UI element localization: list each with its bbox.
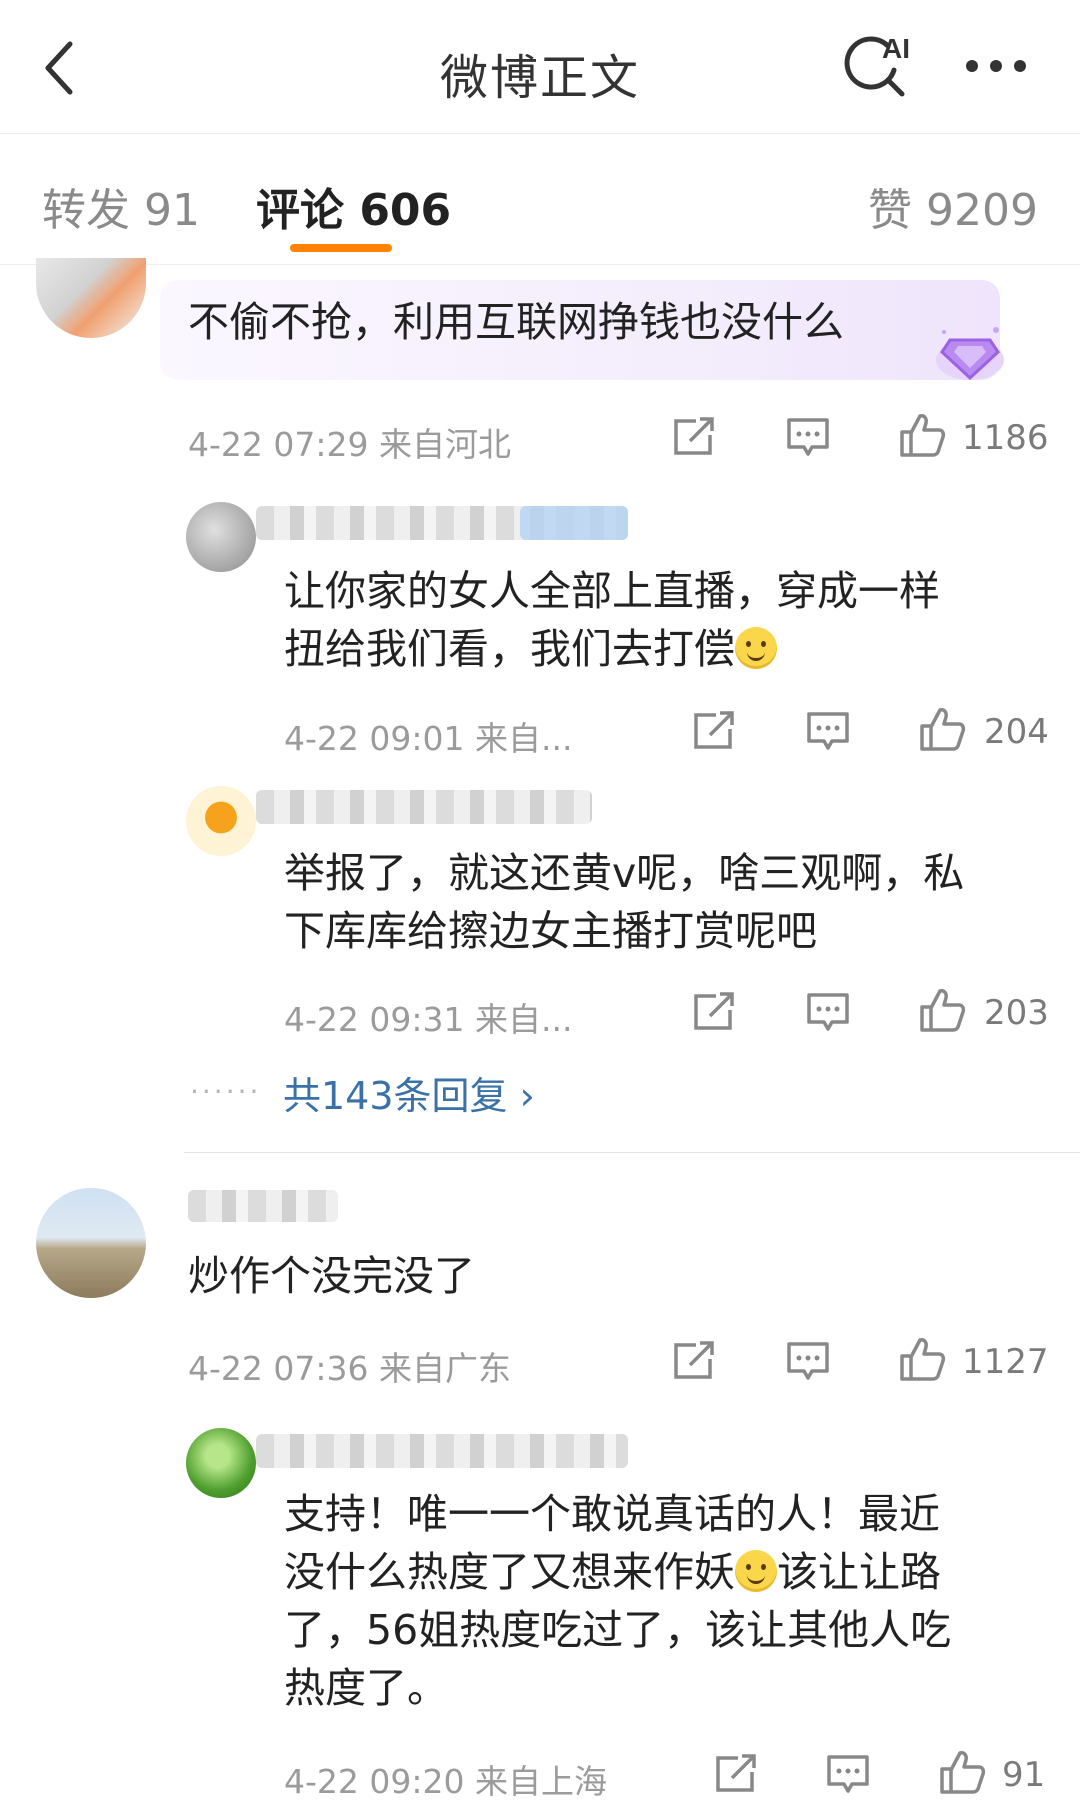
- active-tab-indicator: [290, 244, 392, 252]
- like-icon[interactable]: [918, 706, 966, 752]
- reply-text: 支持！唯一一个敢说真话的人！最近 没什么热度了又想来作妖 该让让路 了，56姐热度…: [284, 1490, 952, 1712]
- like-count: 91: [1002, 1755, 1046, 1795]
- comment-text: 不偷不抢，利用互联网挣钱也没什么: [188, 298, 844, 346]
- ai-badge: AI: [882, 33, 910, 64]
- avatar[interactable]: [186, 502, 256, 572]
- tab-like[interactable]: 赞 9209: [868, 174, 1038, 238]
- more-replies-link[interactable]: 共143条回复 ›: [283, 1065, 535, 1120]
- comment-meta: 4-22 07:36 来自广东: [188, 1349, 511, 1388]
- share-icon[interactable]: [672, 1341, 716, 1381]
- avatar[interactable]: [186, 786, 256, 856]
- smile-emoji-icon: [735, 1550, 777, 1592]
- like-icon[interactable]: [918, 987, 966, 1033]
- tab-comment[interactable]: 评论 606: [256, 174, 451, 238]
- comment-username[interactable]: [188, 1190, 338, 1222]
- like-icon[interactable]: [898, 1336, 946, 1382]
- share-icon[interactable]: [692, 992, 736, 1032]
- reply-meta: 4-22 09:01 来自...: [284, 719, 573, 758]
- ai-search-icon[interactable]: AI: [842, 30, 916, 102]
- reply-username[interactable]: [256, 790, 592, 824]
- avatar[interactable]: [186, 1428, 256, 1498]
- page-title: 微博正文: [439, 50, 640, 106]
- comment-meta: 4-22 07:29 来自河北: [188, 425, 511, 464]
- reply-meta: 4-22 09:31 来自...: [284, 1000, 573, 1039]
- reply-text: 举报了，就这还黄v呢，啥三观啊，私 下库库给擦边女主播打赏呢吧: [284, 849, 965, 955]
- like-icon[interactable]: [938, 1749, 986, 1795]
- top-nav-bar: 微博正文 AI: [0, 0, 1080, 134]
- comment-icon[interactable]: [826, 1754, 870, 1794]
- comment-icon[interactable]: [806, 992, 850, 1032]
- like-count: 204: [984, 712, 1049, 752]
- comment-text: 炒作个没完没了: [188, 1252, 475, 1300]
- like-count: 203: [984, 993, 1049, 1033]
- reply-text: 让你家的女人全部上直播，穿成一样 扭给我们看，我们去打偿: [284, 567, 940, 673]
- like-count: 1186: [962, 418, 1049, 458]
- comment-icon[interactable]: [786, 417, 830, 457]
- share-icon[interactable]: [714, 1754, 758, 1794]
- comment-icon[interactable]: [786, 1341, 830, 1381]
- smile-emoji-icon: [735, 627, 777, 669]
- username-blur-accent: [520, 506, 628, 540]
- like-icon[interactable]: [898, 412, 946, 458]
- tab-repost[interactable]: 转发 91: [42, 174, 200, 238]
- like-count: 1127: [962, 1342, 1049, 1382]
- comment-icon[interactable]: [806, 711, 850, 751]
- tab-bar: 转发 91 评论 606 赞 9209: [0, 134, 1080, 265]
- avatar[interactable]: [36, 258, 146, 338]
- share-icon[interactable]: [672, 417, 716, 457]
- more-replies-dots: ······: [190, 1075, 262, 1108]
- diamond-badge-icon: [930, 316, 1010, 388]
- share-icon[interactable]: [692, 711, 736, 751]
- more-icon[interactable]: [960, 48, 1032, 84]
- reply-meta: 4-22 09:20 来自上海: [284, 1762, 607, 1801]
- reply-username[interactable]: [256, 1434, 628, 1468]
- avatar[interactable]: [36, 1188, 146, 1298]
- comment-divider: [184, 1152, 1080, 1153]
